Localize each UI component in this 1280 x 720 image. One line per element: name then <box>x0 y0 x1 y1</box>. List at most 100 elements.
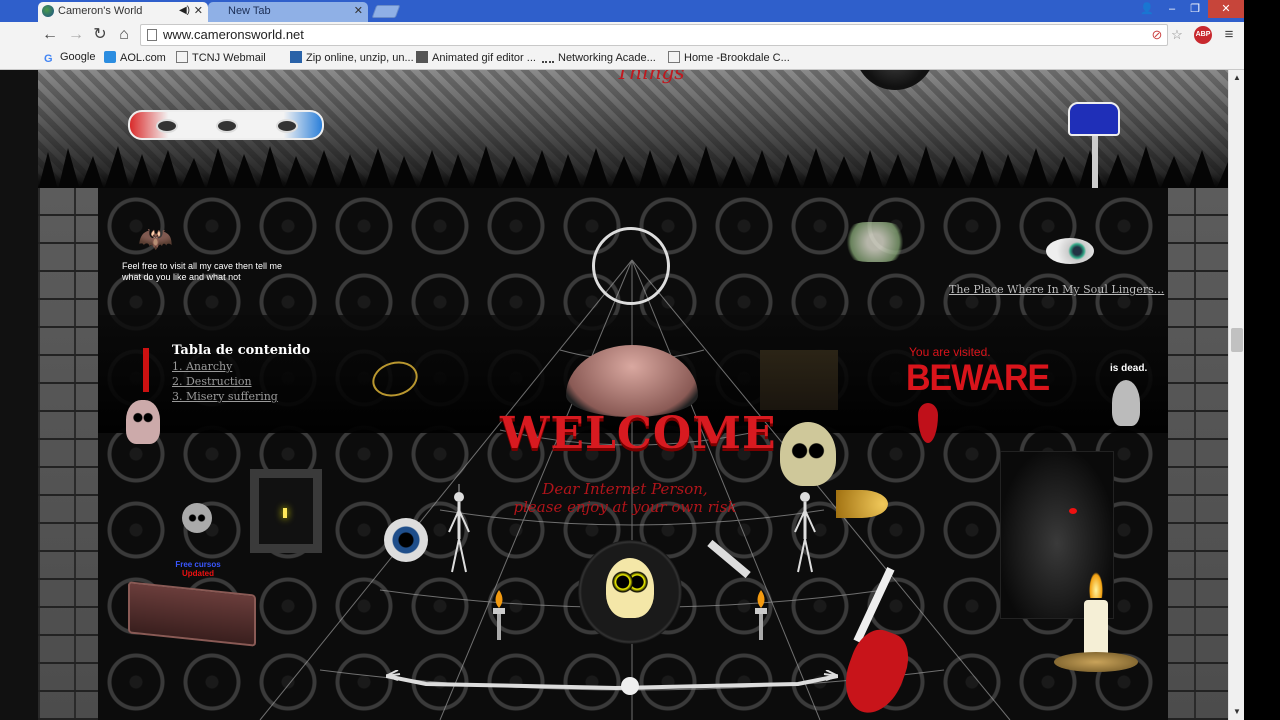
bookmark-label: Home -Brookdale C... <box>684 52 790 64</box>
restore-button[interactable]: ❐ <box>1184 0 1206 18</box>
page-viewport: 2 Things 🦇 Feel free to visit all my cav… <box>0 70 1228 720</box>
page-icon <box>668 51 680 63</box>
speedometer-image: 2 <box>855 70 935 90</box>
toc-link-anarchy[interactable]: 1. Anarchy <box>172 360 232 373</box>
right-edge-black <box>1244 0 1280 720</box>
torch-icon <box>493 590 505 640</box>
scrollbar-thumb[interactable] <box>1231 328 1243 352</box>
page-icon <box>176 51 188 63</box>
blue-car-gif <box>1068 102 1120 136</box>
candle-holder-icon <box>1054 652 1138 672</box>
free-cursors-badge[interactable]: Free cursos Updated <box>166 560 230 578</box>
bookmark-label: Networking Acade... <box>558 52 656 64</box>
car-pole <box>1092 136 1098 188</box>
cisco-icon <box>542 51 554 63</box>
toc-link-misery[interactable]: 3. Misery suffering <box>172 390 278 403</box>
minimize-button[interactable]: – <box>1160 0 1184 18</box>
updated-label: Updated <box>182 569 214 578</box>
blocked-popup-icon[interactable]: ⊘ <box>1148 26 1166 44</box>
bloody-skull-icon <box>126 400 160 444</box>
3d-glasses-gif <box>128 110 324 140</box>
reload-icon[interactable]: ↻ <box>90 25 110 45</box>
trumpet-icon <box>836 490 888 518</box>
toc-link-destruction[interactable]: 2. Destruction <box>172 375 252 388</box>
candle-flame-icon <box>283 508 287 518</box>
tab-camerons-world[interactable]: Cameron's World ◀) ✕ <box>38 2 208 22</box>
necronomicon-seal-icon <box>592 227 670 305</box>
bookmark-google[interactable]: G Google <box>44 51 95 65</box>
cave-message: Feel free to visit all my cave then tell… <box>122 261 283 282</box>
speaker-icon[interactable]: ◀) <box>179 2 190 20</box>
bookmark-zip[interactable]: Zip online, unzip, un... <box>290 51 414 64</box>
close-tab-icon[interactable]: ✕ <box>354 2 363 20</box>
google-icon: G <box>44 53 53 65</box>
star-icon[interactable]: ☆ <box>1168 26 1186 44</box>
bookmark-gif-editor[interactable]: Animated gif editor ... <box>416 51 536 64</box>
hanging-skeleton-icon <box>794 492 816 573</box>
free-cursors-label: Free cursos <box>175 560 221 569</box>
new-tab-button[interactable] <box>371 5 401 18</box>
blue-eyeball-icon <box>384 518 428 562</box>
hamburger-menu-icon[interactable]: ≡ <box>1220 26 1238 44</box>
welcome-line-2: please enjoy at your own risk <box>513 498 737 516</box>
tab-label: New Tab <box>228 5 271 17</box>
tab-new-tab[interactable]: New Tab ✕ <box>208 2 368 22</box>
dead-flower-image <box>840 222 910 262</box>
bat-icon: 🦇 <box>138 223 173 254</box>
grey-skull-icon <box>182 503 212 533</box>
tab-strip: Cameron's World ◀) ✕ New Tab ✕ 👤 – ❐ ✕ <box>0 0 1280 22</box>
welcome-heading: WELCOME <box>500 408 777 459</box>
glowing-skull-emblem <box>578 540 682 644</box>
bookmark-networking[interactable]: Networking Acade... <box>542 51 656 64</box>
home-icon[interactable]: ⌂ <box>114 25 134 45</box>
b1-icon <box>290 51 302 63</box>
header-title-partial: Things <box>616 70 685 84</box>
back-arrow-icon[interactable]: ← <box>40 25 60 45</box>
bookmark-brookdale[interactable]: Home -Brookdale C... <box>668 51 790 64</box>
lens-icon <box>216 119 238 133</box>
globe-favicon-icon <box>42 5 54 17</box>
forward-arrow-icon[interactable]: → <box>66 25 86 45</box>
bookmark-label: AOL.com <box>120 52 166 64</box>
torch-icon <box>755 590 767 640</box>
user-icon[interactable]: 👤 <box>1138 0 1156 18</box>
page-icon <box>147 29 157 41</box>
lens-icon <box>276 119 298 133</box>
address-bar[interactable]: www.cameronsworld.net <box>140 24 1168 46</box>
bookmarks-bar: G Google AOL.com TCNJ Webmail Zip online,… <box>0 48 1280 70</box>
skull-icon <box>606 558 654 618</box>
candle-flame-icon <box>1089 572 1103 598</box>
red-candle-icon <box>143 348 149 392</box>
scroll-down-arrow-icon[interactable]: ▼ <box>1231 706 1243 718</box>
bookmark-label: Google <box>60 51 96 63</box>
url-text[interactable]: www.cameronsworld.net <box>163 27 304 42</box>
vertical-scrollbar[interactable]: ▲ ▼ <box>1228 70 1244 720</box>
hanging-skeleton-icon <box>448 484 470 573</box>
beware-heading: BEWARE <box>906 357 1050 399</box>
well-image <box>760 350 838 410</box>
bookmark-label: TCNJ Webmail <box>192 52 266 64</box>
aol-icon <box>104 51 116 63</box>
toc-title: Tabla de contenido <box>172 343 311 358</box>
bookmark-label: Zip online, unzip, un... <box>306 52 414 64</box>
close-window-button[interactable]: ✕ <box>1208 0 1244 18</box>
dragon-eye-icon <box>1069 508 1077 514</box>
bookmark-tcnj[interactable]: TCNJ Webmail <box>176 51 266 64</box>
crawling-skeleton-icon <box>386 670 838 695</box>
candle-frame-image <box>250 469 322 553</box>
bookmark-aol[interactable]: AOL.com <box>104 51 166 64</box>
welcome-line-1: Dear Internet Person, <box>542 480 708 498</box>
lens-icon <box>156 119 178 133</box>
bookmark-label: Animated gif editor ... <box>432 52 536 64</box>
eyeball-icon <box>1046 238 1094 264</box>
soul-lingers-link[interactable]: The Place Where In My Soul Lingers... <box>949 283 1164 296</box>
welcome-subtitle: Dear Internet Person, please enjoy at yo… <box>500 480 750 516</box>
is-dead-text: is dead. <box>1110 363 1148 374</box>
tab-label: Cameron's World <box>58 5 143 17</box>
browser-toolbar: ← → ↻ ⌂ www.cameronsworld.net ⊘ ☆ ABP ≡ <box>0 22 1280 48</box>
scroll-up-arrow-icon[interactable]: ▲ <box>1231 72 1243 84</box>
adblock-icon[interactable]: ABP <box>1194 26 1212 44</box>
close-tab-icon[interactable]: ✕ <box>194 2 203 20</box>
film-icon <box>416 51 428 63</box>
skull-trumpet-skull-icon <box>780 422 836 486</box>
